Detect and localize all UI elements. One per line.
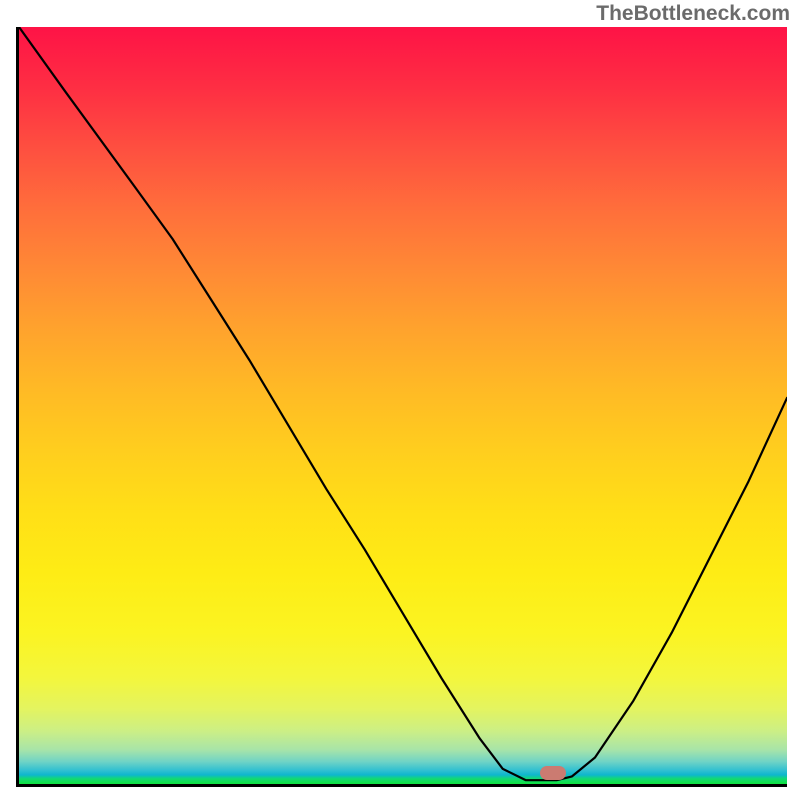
bottleneck-curve (19, 27, 787, 780)
watermark-text: TheBottleneck.com (596, 2, 790, 26)
curve-svg (19, 27, 787, 784)
plot-area (16, 27, 787, 787)
selected-point-marker (540, 766, 566, 780)
chart-container: TheBottleneck.com (0, 0, 800, 800)
